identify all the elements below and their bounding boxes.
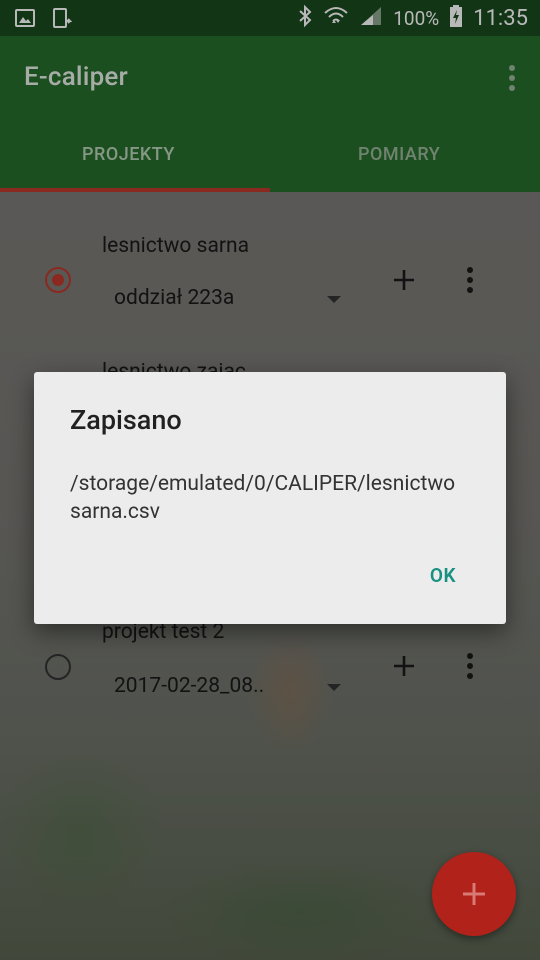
saved-dialog: Zapisano /storage/emulated/0/CALIPER/les… xyxy=(34,372,506,624)
dialog-message: /storage/emulated/0/CALIPER/lesnictwo sa… xyxy=(70,472,456,524)
add-project-fab[interactable] xyxy=(432,852,516,936)
dialog-title: Zapisano xyxy=(70,404,182,436)
plus-icon xyxy=(463,883,485,905)
ok-button[interactable]: OK xyxy=(430,564,456,587)
